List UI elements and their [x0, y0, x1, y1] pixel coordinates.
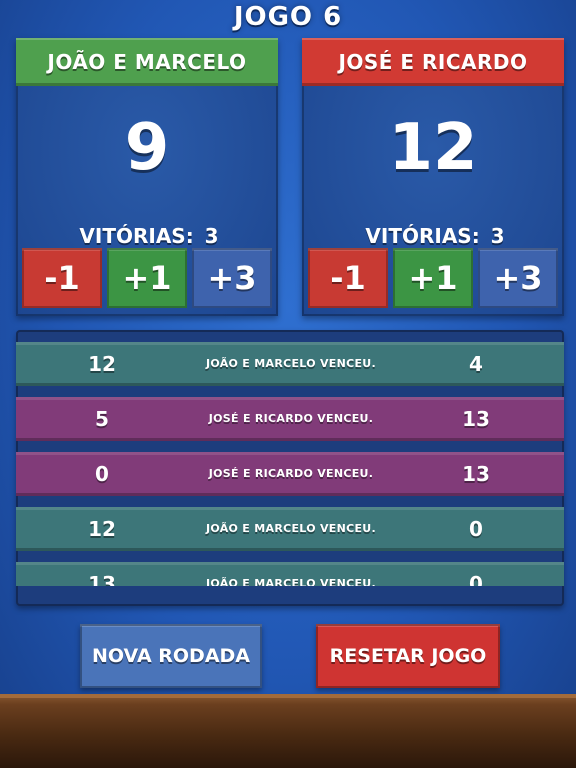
team-a-wins-count: 3: [204, 224, 219, 248]
history-message: JOSÉ E RICARDO VENCEU.: [208, 412, 374, 425]
team-a-plus-1-button[interactable]: +1: [107, 248, 187, 308]
history-row: 0 JOSÉ E RICARDO VENCEU. 13: [16, 452, 564, 496]
history-score-b: 0: [469, 572, 483, 586]
history-score-b: 13: [462, 407, 490, 431]
history-score-b: 13: [462, 462, 490, 486]
team-b-point-buttons: -1 +1 +3: [308, 248, 558, 308]
history-score-b: 0: [469, 517, 483, 541]
team-b-score: 12: [388, 111, 478, 185]
team-b-plus-1-button[interactable]: +1: [393, 248, 473, 308]
team-a-score: 9: [124, 111, 170, 185]
history-score-a: 13: [88, 572, 116, 586]
team-b-wins: VITÓRIAS: 3: [302, 224, 564, 248]
history-message: JOÃO E MARCELO VENCEU.: [205, 522, 377, 535]
team-b-minus-1-button[interactable]: -1: [308, 248, 388, 308]
team-b-panel: JOSÉ E RICARDO 12 VITÓRIAS: 3 -1 +1 +3: [302, 38, 564, 316]
history-score-a: 5: [95, 407, 109, 431]
new-round-button[interactable]: NOVA RODADA: [80, 624, 262, 688]
team-b-wins-label: VITÓRIAS:: [365, 224, 480, 248]
team-a-name: JOÃO E MARCELO: [16, 38, 278, 86]
team-a-panel: JOÃO E MARCELO 9 VITÓRIAS: 3 -1 +1 +3: [16, 38, 278, 316]
team-b-plus-3-button[interactable]: +3: [478, 248, 558, 308]
wooden-floor: [0, 694, 576, 768]
history-row: 12 JOÃO E MARCELO VENCEU. 4: [16, 342, 564, 386]
reset-game-button[interactable]: RESETAR JOGO: [316, 624, 500, 688]
round-history[interactable]: 12 JOÃO E MARCELO VENCEU. 4 5 JOSÉ E RIC…: [16, 330, 564, 606]
game-title: JOGO 6: [233, 2, 343, 32]
round-history-list: 12 JOÃO E MARCELO VENCEU. 4 5 JOSÉ E RIC…: [16, 342, 564, 586]
team-a-minus-1-button[interactable]: -1: [22, 248, 102, 308]
floor-edge: [0, 694, 576, 698]
history-score-a: 0: [95, 462, 109, 486]
history-row: 5 JOSÉ E RICARDO VENCEU. 13: [16, 397, 564, 441]
team-a-plus-3-button[interactable]: +3: [192, 248, 272, 308]
team-b-name: JOSÉ E RICARDO: [302, 38, 564, 86]
history-message: JOÃO E MARCELO VENCEU.: [205, 357, 377, 370]
history-score-b: 4: [469, 352, 483, 376]
history-score-a: 12: [88, 517, 116, 541]
history-message: JOÃO E MARCELO VENCEU.: [205, 577, 377, 586]
history-message: JOSÉ E RICARDO VENCEU.: [208, 467, 374, 480]
team-a-wins: VITÓRIAS: 3: [16, 224, 278, 248]
history-row: 13 JOÃO E MARCELO VENCEU. 0: [16, 562, 564, 586]
team-b-wins-count: 3: [490, 224, 505, 248]
history-score-a: 12: [88, 352, 116, 376]
team-a-wins-label: VITÓRIAS:: [79, 224, 194, 248]
history-row: 12 JOÃO E MARCELO VENCEU. 0: [16, 507, 564, 551]
team-a-point-buttons: -1 +1 +3: [22, 248, 272, 308]
